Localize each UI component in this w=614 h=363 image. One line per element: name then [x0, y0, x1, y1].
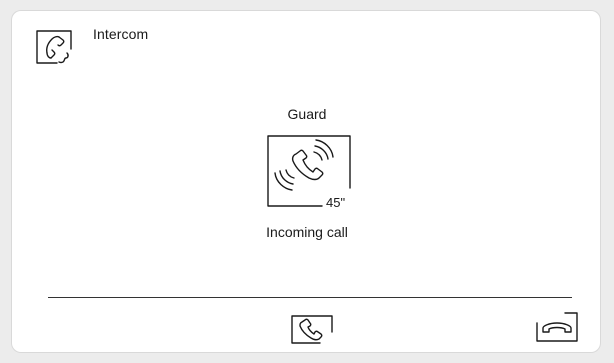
- app-title: Intercom: [93, 26, 149, 42]
- answer-call-button[interactable]: [290, 314, 334, 344]
- hang-up-icon: [535, 311, 579, 343]
- intercom-handset-icon: [35, 27, 75, 67]
- call-status: Incoming call: [266, 224, 348, 240]
- hang-up-button[interactable]: [535, 311, 579, 343]
- divider: [48, 297, 572, 298]
- call-timer: 45": [324, 195, 348, 210]
- answer-call-icon: [290, 314, 334, 344]
- caller-name: Guard: [287, 106, 327, 122]
